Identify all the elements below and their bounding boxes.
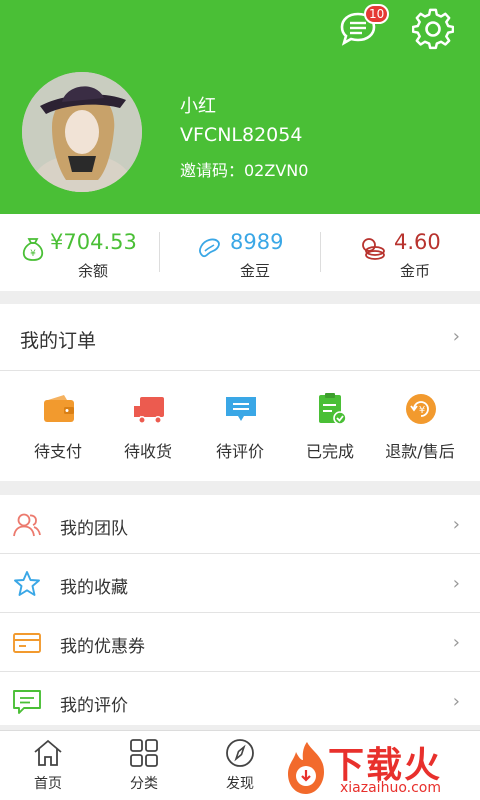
orders-title: 我的订单 [20,330,97,352]
order-label: 待评价 [215,442,264,461]
chevron-right-icon: › [452,326,460,347]
order-label: 待收货 [123,442,172,461]
order-pending-payment[interactable]: 待支付 [10,382,106,472]
clipboard-check-icon [319,393,347,425]
menu-item-my-team[interactable]: 我的团队 › [0,495,480,554]
coins-item[interactable]: 4.60 金币 [320,214,480,291]
order-pending-review[interactable]: 待评价 [192,382,288,472]
order-completed[interactable]: 已完成 [282,382,378,472]
settings-button[interactable] [411,8,455,50]
truck-icon [134,397,164,424]
coins-icon [362,238,385,260]
menu-item-label: 我的团队 [60,519,128,539]
menu-list: 我的团队 › 我的收藏 › 我的优惠券 › 我的评价 › [0,495,480,725]
watermark-url: xiazaihuo.com [340,780,441,796]
beans-item[interactable]: 8989 金豆 [160,214,320,291]
coupon-icon [13,633,41,653]
order-refund[interactable]: ¥ 退款/售后 [372,382,468,472]
profile-header: 10 小红 VFCNL82054 邀请码：02ZVN0 [0,0,480,214]
balance-item[interactable]: ¥ ¥704.53 余额 [0,214,160,291]
tab-discover[interactable]: 发现 [192,731,288,800]
menu-item-label: 我的优惠券 [60,637,145,657]
bean-icon [199,238,220,258]
chevron-right-icon: › [452,514,460,535]
user-id: VFCNL82054 [180,124,303,146]
tab-category[interactable]: 分类 [96,731,192,800]
menu-item-favorites[interactable]: 我的收藏 › [0,554,480,613]
money-bag-icon: ¥ [22,238,44,261]
watermark: 下载火 xiazaihuo.com [282,736,480,800]
tab-label: 发现 [226,776,254,792]
compass-icon [226,739,254,767]
menu-item-reviews[interactable]: 我的评价 › [0,672,480,725]
divider [0,370,480,371]
chevron-right-icon: › [452,691,460,712]
flame-logo-icon [288,742,324,794]
tab-home[interactable]: 首页 [0,731,96,800]
comment-icon [226,397,256,421]
menu-item-label: 我的收藏 [60,578,128,598]
tab-label: 首页 [34,776,62,792]
order-pending-receipt[interactable]: 待收货 [100,382,196,472]
assets-row: ¥ ¥704.53 余额 8989 金豆 4.60 金币 [0,214,480,291]
balance-value: ¥704.53 [50,230,137,254]
refund-icon: ¥ [406,394,436,424]
team-icon [13,513,41,537]
svg-text:¥: ¥ [419,405,425,416]
chevron-right-icon: › [452,632,460,653]
avatar-image [22,72,142,192]
coins-value: 4.60 [394,230,441,254]
wallet-icon [44,395,74,422]
gear-icon [411,8,455,50]
orders-section: 我的订单 › 待支付 待收货 待评价 已完成 ¥ 退款/售后 [0,304,480,481]
coins-label: 金币 [400,262,431,280]
message-count-badge: 10 [364,4,390,24]
menu-item-label: 我的评价 [60,696,128,716]
star-icon [14,571,40,596]
my-orders-row[interactable]: 我的订单 › [0,304,480,370]
chevron-right-icon: › [452,573,460,594]
beans-value: 8989 [230,230,284,254]
user-name: 小红 [180,96,216,117]
tab-label: 分类 [130,776,158,792]
order-label: 已完成 [305,442,354,461]
review-icon [13,690,41,714]
menu-item-coupons[interactable]: 我的优惠券 › [0,613,480,672]
order-label: 退款/售后 [385,442,455,461]
avatar[interactable] [22,72,142,192]
invite-code: 邀请码：02ZVN0 [180,161,309,180]
balance-label: 余额 [78,262,109,280]
category-icon [130,739,158,767]
home-icon [34,739,62,766]
beans-label: 金豆 [240,262,271,280]
svg-text:¥: ¥ [30,249,36,259]
order-label: 待支付 [33,442,82,461]
